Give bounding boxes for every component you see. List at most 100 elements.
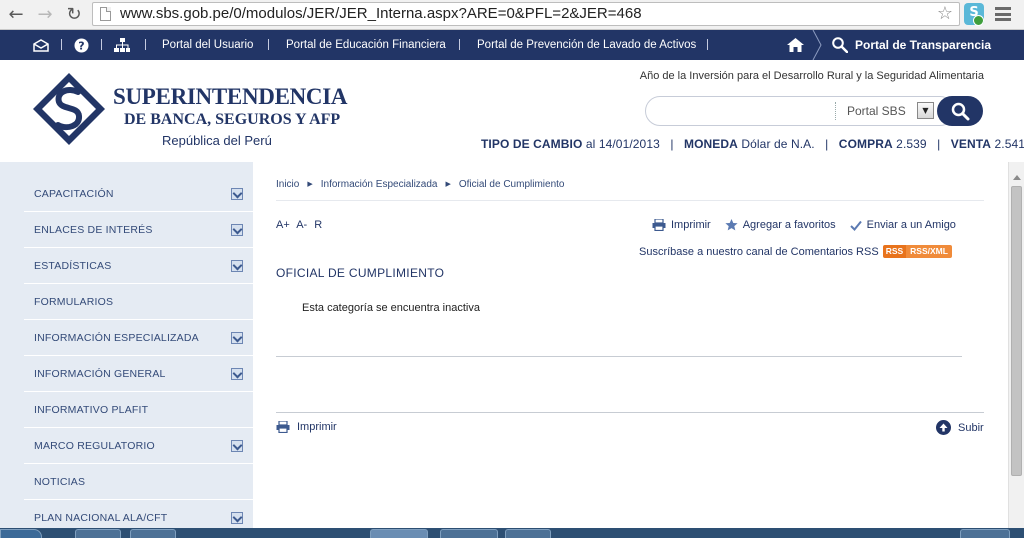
sidebar-item-informativo-plafit[interactable]: INFORMATIVO PLAFIT bbox=[24, 392, 253, 428]
expand-icon[interactable] bbox=[231, 440, 243, 452]
expand-icon[interactable] bbox=[231, 368, 243, 380]
sidebar-item-label: PLAN NACIONAL ALA/CFT bbox=[34, 512, 168, 524]
search-scope-dropdown[interactable]: ▼ bbox=[917, 102, 934, 119]
chevron-right-icon: ▶ bbox=[445, 181, 451, 188]
expand-icon[interactable] bbox=[231, 260, 243, 272]
sidebar-item-label: CAPACITACIÓN bbox=[34, 188, 114, 200]
url-text[interactable]: www.sbs.gob.pe/0/modulos/JER/JER_Interna… bbox=[120, 5, 642, 22]
font-reset-button[interactable]: R bbox=[314, 219, 322, 231]
separator bbox=[707, 39, 708, 50]
print-label: Imprimir bbox=[671, 219, 711, 231]
separator bbox=[61, 39, 62, 50]
home-icon[interactable] bbox=[787, 30, 804, 60]
exchange-date: al 14/01/2013 bbox=[585, 137, 660, 151]
expand-icon[interactable] bbox=[231, 332, 243, 344]
sidebar-item-enlaces-de-interes[interactable]: ENLACES DE INTERÉS bbox=[24, 212, 253, 248]
sidebar-item-label: NOTICIAS bbox=[34, 476, 86, 488]
sidebar-item-informacion-especializada[interactable]: INFORMACIÓN ESPECIALIZADA bbox=[24, 320, 253, 356]
sidebar-menu: CAPACITACIÓN ENLACES DE INTERÉS ESTADÍST… bbox=[24, 176, 253, 536]
sidebar-item-formularios[interactable]: FORMULARIOS bbox=[24, 284, 253, 320]
breadcrumb-divider bbox=[276, 200, 984, 201]
font-decrease-button[interactable]: A- bbox=[296, 219, 307, 231]
expand-icon[interactable] bbox=[231, 512, 243, 524]
rss-text: Suscríbase a nuestro canal de Comentario… bbox=[639, 245, 879, 258]
sbs-logo-icon[interactable] bbox=[32, 72, 106, 146]
send-to-friend-button[interactable]: Enviar a un Amigo bbox=[849, 219, 956, 231]
sidebar-item-label: INFORMACIÓN GENERAL bbox=[34, 368, 166, 380]
page-icon bbox=[100, 7, 111, 21]
rss-badge-icon[interactable]: RSS RSS/XML bbox=[882, 245, 952, 258]
address-bar[interactable]: www.sbs.gob.pe/0/modulos/JER/JER_Interna… bbox=[92, 2, 960, 26]
exchange-label: TIPO DE CAMBIO bbox=[481, 137, 583, 151]
sell-label: VENTA bbox=[950, 137, 992, 151]
footer-print-button[interactable]: Imprimir bbox=[276, 421, 337, 433]
add-favorite-button[interactable]: Agregar a favoritos bbox=[725, 219, 836, 231]
vertical-scrollbar[interactable] bbox=[1008, 162, 1024, 528]
bookmark-star-icon[interactable]: ☆ bbox=[937, 3, 953, 24]
sidebar-item-informacion-general[interactable]: INFORMACIÓN GENERAL bbox=[24, 356, 253, 392]
printer-icon bbox=[652, 219, 666, 231]
taskbar-app[interactable] bbox=[505, 529, 551, 538]
svg-text:?: ? bbox=[78, 39, 84, 52]
exchange-rate-bar: TIPO DE CAMBIO al 14/01/2013 | MONEDA Dó… bbox=[481, 137, 1024, 151]
printer-icon bbox=[276, 421, 290, 433]
nav-portal-educacion-financiera[interactable]: Portal de Educación Financiera bbox=[286, 30, 446, 60]
mail-icon[interactable] bbox=[33, 30, 49, 60]
browser-menu-icon[interactable] bbox=[995, 7, 1011, 21]
scrollbar-thumb[interactable] bbox=[1011, 186, 1022, 476]
sidebar-item-label: ENLACES DE INTERÉS bbox=[34, 224, 153, 236]
scroll-to-top-button[interactable]: Subir bbox=[936, 420, 984, 435]
rss-subscribe[interactable]: Suscríbase a nuestro canal de Comentario… bbox=[639, 245, 952, 258]
taskbar-app[interactable] bbox=[75, 529, 121, 538]
transparency-label: Portal de Transparencia bbox=[855, 38, 992, 52]
font-increase-button[interactable]: A+ bbox=[276, 219, 290, 231]
nav-portal-usuario[interactable]: Portal del Usuario bbox=[162, 30, 253, 60]
currency-value: Dólar de N.A. bbox=[741, 137, 815, 151]
help-icon[interactable]: ? bbox=[74, 30, 89, 60]
sidebar-item-label: MARCO REGULATORIO bbox=[34, 440, 155, 452]
sidebar-item-noticias[interactable]: NOTICIAS bbox=[24, 464, 253, 500]
search-scope-value[interactable]: Portal SBS bbox=[847, 104, 906, 118]
separator bbox=[459, 39, 460, 50]
sitemap-icon[interactable] bbox=[114, 30, 130, 60]
search-input[interactable] bbox=[645, 96, 955, 126]
expand-icon[interactable] bbox=[231, 224, 243, 236]
nav-portal-prevencion-lavado[interactable]: Portal de Prevención de Lavado de Activo… bbox=[477, 30, 696, 60]
content-divider bbox=[276, 356, 962, 357]
taskbar-app[interactable] bbox=[130, 529, 176, 538]
page-actions: Imprimir Agregar a favoritos Enviar a un… bbox=[652, 219, 956, 231]
breadcrumb-inicio[interactable]: Inicio bbox=[276, 179, 299, 190]
scroll-top-label: Subir bbox=[958, 421, 984, 434]
sidebar-item-estadisticas[interactable]: ESTADÍSTICAS bbox=[24, 248, 253, 284]
separator: | bbox=[825, 137, 829, 151]
taskbar-clock[interactable] bbox=[960, 529, 1010, 538]
site-search: Portal SBS ▼ bbox=[645, 96, 983, 126]
scroll-up-arrow-icon[interactable] bbox=[1013, 175, 1021, 180]
separator: | bbox=[937, 137, 941, 151]
page-title: OFICIAL DE CUMPLIMIENTO bbox=[276, 266, 445, 280]
nav-portal-transparencia[interactable]: Portal de Transparencia bbox=[815, 30, 1024, 60]
year-tagline: Año de la Inversión para el Desarrollo R… bbox=[639, 70, 984, 82]
forward-icon[interactable]: → bbox=[34, 3, 56, 25]
sidebar-item-label: FORMULARIOS bbox=[34, 296, 114, 308]
sell-value: 2.541 bbox=[994, 137, 1024, 151]
breadcrumb-current: Oficial de Cumplimiento bbox=[458, 179, 565, 190]
sidebar-item-label: INFORMACIÓN ESPECIALIZADA bbox=[34, 332, 199, 344]
search-divider bbox=[835, 102, 836, 120]
taskbar-app-active[interactable] bbox=[370, 529, 428, 538]
search-button[interactable] bbox=[937, 96, 983, 126]
back-icon[interactable]: ← bbox=[5, 3, 27, 25]
expand-icon[interactable] bbox=[231, 188, 243, 200]
currency-label: MONEDA bbox=[683, 137, 738, 151]
sidebar-item-capacitacion[interactable]: CAPACITACIÓN bbox=[24, 176, 253, 212]
logo-country: República del Perú bbox=[162, 133, 272, 148]
taskbar-app[interactable] bbox=[440, 529, 498, 538]
breadcrumb-informacion-especializada[interactable]: Información Especializada bbox=[321, 179, 438, 190]
sidebar-item-marco-regulatorio[interactable]: MARCO REGULATORIO bbox=[24, 428, 253, 464]
start-button[interactable] bbox=[0, 529, 42, 538]
reload-icon[interactable]: ↻ bbox=[63, 3, 85, 25]
logo-subtitle: DE BANCA, SEGUROS Y AFP bbox=[124, 111, 341, 128]
rss-badge-left: RSS bbox=[882, 245, 907, 258]
print-button[interactable]: Imprimir bbox=[652, 219, 711, 231]
skype-extension-icon[interactable]: S bbox=[964, 3, 984, 26]
